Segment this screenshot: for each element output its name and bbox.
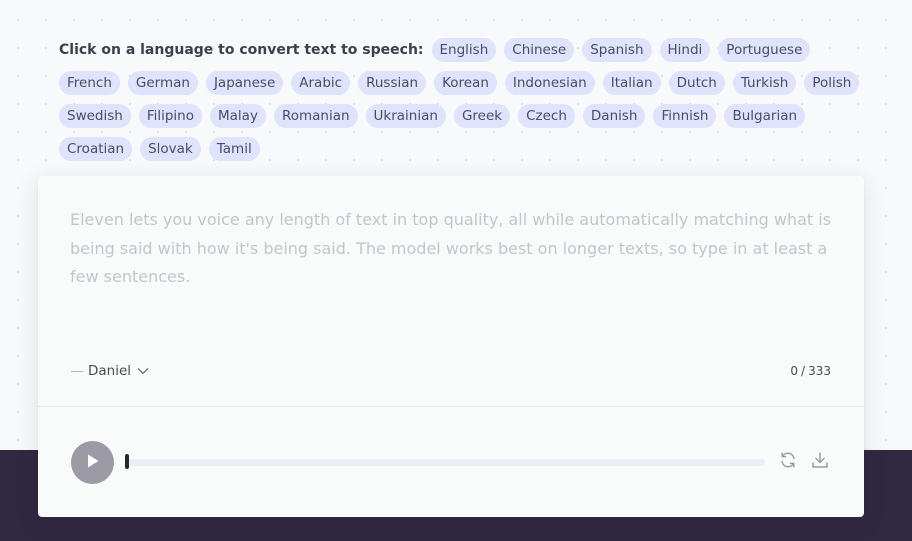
language-chip-greek[interactable]: Greek (453, 104, 511, 128)
language-chip-chinese[interactable]: Chinese (504, 38, 575, 62)
language-chip-german[interactable]: German (127, 71, 198, 95)
voice-name: Daniel (88, 363, 132, 379)
language-chip-polish[interactable]: Polish (804, 71, 860, 95)
language-chip-finnish[interactable]: Finnish (653, 104, 717, 128)
language-chip-bulgarian[interactable]: Bulgarian (724, 104, 806, 128)
language-chip-romanian[interactable]: Romanian (273, 104, 358, 128)
language-chip-italian[interactable]: Italian (602, 71, 661, 95)
download-icon (811, 451, 829, 473)
download-button[interactable] (809, 451, 831, 473)
language-chip-spanish[interactable]: Spanish (582, 38, 652, 62)
language-picker: Click on a language to convert text to s… (59, 38, 869, 161)
language-chip-ukrainian[interactable]: Ukrainian (365, 104, 446, 128)
language-chip-arabic[interactable]: Arabic (291, 71, 351, 95)
voice-dash (71, 370, 83, 372)
language-chip-english[interactable]: English (431, 38, 497, 62)
audio-progress-handle[interactable] (125, 454, 129, 469)
language-chip-malay[interactable]: Malay (210, 104, 266, 128)
language-chip-dutch[interactable]: Dutch (668, 71, 725, 95)
language-chip-croatian[interactable]: Croatian (59, 137, 133, 161)
voice-selector[interactable]: Daniel (71, 361, 149, 381)
character-count-separator: / (801, 364, 806, 378)
language-chip-japanese[interactable]: Japanese (205, 71, 284, 95)
tts-card: Daniel 0 / 333 (38, 176, 864, 517)
audio-progress-track[interactable] (125, 459, 765, 466)
language-chip-portuguese[interactable]: Portuguese (718, 38, 811, 62)
language-chip-korean[interactable]: Korean (434, 71, 497, 95)
text-input[interactable] (70, 206, 836, 326)
chevron-down-icon (137, 367, 149, 375)
language-chip-russian[interactable]: Russian (358, 71, 427, 95)
language-chip-czech[interactable]: Czech (518, 104, 575, 128)
language-chip-filipino[interactable]: Filipino (138, 104, 202, 128)
character-count-max: 333 (808, 364, 831, 378)
character-count-current: 0 (790, 364, 799, 378)
language-chip-indonesian[interactable]: Indonesian (504, 71, 595, 95)
language-chip-french[interactable]: French (59, 71, 120, 95)
regenerate-button[interactable] (777, 451, 799, 473)
character-count: 0 / 333 (790, 364, 831, 378)
divider (38, 406, 864, 407)
language-chip-tamil[interactable]: Tamil (208, 137, 260, 161)
language-chip-slovak[interactable]: Slovak (140, 137, 201, 161)
refresh-icon (779, 451, 797, 473)
play-icon (86, 453, 100, 473)
language-chip-hindi[interactable]: Hindi (659, 38, 711, 62)
language-chip-danish[interactable]: Danish (582, 104, 646, 128)
language-chip-turkish[interactable]: Turkish (732, 71, 797, 95)
play-button[interactable] (71, 441, 114, 484)
language-chip-swedish[interactable]: Swedish (59, 104, 131, 128)
language-prompt: Click on a language to convert text to s… (59, 42, 424, 58)
